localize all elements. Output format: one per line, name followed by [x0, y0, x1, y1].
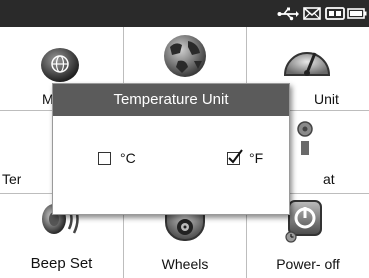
temperature-unit-dialog: Temperature Unit °C °F — [52, 83, 290, 215]
option-fahrenheit[interactable]: °F — [227, 148, 263, 168]
tile-label: at — [323, 171, 335, 187]
checkbox-fahrenheit[interactable] — [227, 148, 243, 165]
tile-label: Unit — [314, 91, 339, 107]
option-label: °C — [120, 150, 136, 166]
option-label: °F — [249, 150, 264, 166]
battery-pack-icon — [325, 7, 345, 20]
language-globe-icon — [41, 48, 79, 82]
speedometer-unit-icon — [283, 52, 331, 76]
repeat-icon — [297, 121, 313, 155]
power-button-icon — [285, 200, 322, 243]
world-globe-icon — [164, 35, 206, 77]
dialog-title: Temperature Unit — [53, 84, 289, 116]
status-bar — [0, 0, 369, 27]
tile-label: Ter — [2, 171, 22, 187]
usb-icon — [277, 7, 299, 21]
tile-label: Wheels — [161, 256, 209, 272]
checkmark-icon — [228, 148, 243, 164]
option-celsius[interactable]: °C — [98, 148, 136, 168]
tile-label: Beep Set — [30, 255, 93, 272]
battery-icon — [347, 8, 367, 19]
checkbox-celsius[interactable] — [98, 151, 111, 165]
mail-icon — [303, 7, 321, 20]
tile-label: Power- off — [276, 256, 340, 272]
